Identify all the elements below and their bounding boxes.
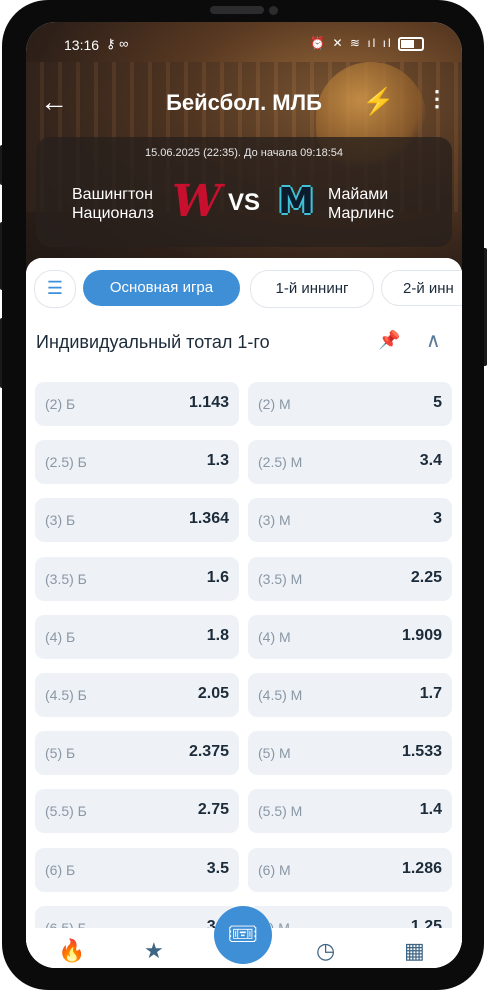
odds-cell-left[interactable]: (3) Б 1.364	[35, 498, 239, 543]
lightning-icon[interactable]: ⚡	[362, 86, 394, 117]
odds-label: (3.5) М	[258, 570, 303, 587]
back-arrow-icon[interactable]: ←	[40, 88, 68, 116]
page-title: Бейсбол. МЛБ	[166, 90, 322, 115]
status-time: 13:16	[64, 37, 100, 53]
odds-label: (4.5) Б	[45, 687, 87, 703]
odds-cell-left[interactable]: (5.5) Б 2.75	[35, 789, 239, 834]
tab-inning-2[interactable]: 2-й инн	[381, 270, 462, 306]
odds-cell-right[interactable]: (3.5) М 2.25	[248, 556, 452, 601]
odds-cell-left[interactable]: (5) Б 2.375	[35, 731, 239, 776]
odds-value: 1.286	[401, 859, 442, 877]
tab-main-game[interactable]: Основная игра	[83, 270, 240, 306]
odds-cell-right[interactable]: (2) М 5	[248, 382, 452, 426]
odds-cell-left[interactable]: (4) Б 1.8	[35, 614, 239, 659]
odds-value: 1.143	[188, 394, 229, 411]
odds-cell-left[interactable]: (4.5) Б 2.05	[35, 673, 239, 717]
odds-label: (5) М	[258, 745, 291, 762]
team-home[interactable]: Вашингтон Националз	[72, 185, 154, 223]
markets-panel: ☰ Основная игра 1-й иннинг 2-й инн Индив…	[26, 258, 462, 968]
odds-label: (3) М	[258, 512, 291, 529]
odds-value: 1.6	[206, 568, 229, 586]
front-camera	[269, 6, 278, 15]
market-group-header[interactable]: Индивидуальный тотал 1-го 📌 ∧	[26, 318, 462, 366]
odds-cell-right[interactable]: (5.5) М 1.4	[248, 789, 452, 834]
chevron-up-icon[interactable]: ∧	[426, 328, 441, 353]
odds-grid: (2) Б 1.143 (2) М 5 (2.5) Б 1.3 (2.5) М 3.4 (3) …	[26, 366, 462, 968]
hero-background: 13:16 ⚷ ∞ ⏰ ✕ ≋ ıl ıl ← Бейсбол. МЛБ ⚡ ⋮…	[26, 22, 462, 282]
odds-value: 1.8	[206, 626, 229, 644]
odds-value: 1.533	[401, 743, 442, 761]
team-home-name-line2: Националз	[72, 205, 154, 222]
match-card: 15.06.2025 (22:35). До начала 09:18:54 В…	[36, 137, 452, 247]
team-away-name-line2: Марлинс	[328, 205, 394, 222]
tab-bar: ☰ Основная игра 1-й иннинг 2-й инн	[26, 258, 462, 318]
odds-label: (6) Б	[45, 861, 76, 878]
top-bar: ← Бейсбол. МЛБ ⚡ ⋮	[26, 84, 462, 124]
odds-value: 2.375	[188, 743, 229, 761]
odds-cell-right[interactable]: (5) М 1.533	[248, 731, 452, 776]
odds-value: 2.05	[197, 685, 229, 702]
tab-inning-1[interactable]: 1-й иннинг	[250, 270, 374, 308]
speaker	[210, 6, 264, 14]
odds-label: (2) М	[258, 396, 291, 412]
odds-value: 1.4	[419, 801, 442, 819]
odds-value: 1.7	[419, 685, 442, 702]
pin-icon[interactable]: 📌	[378, 330, 400, 351]
coupon-icon: 🎟	[227, 921, 259, 948]
odds-label: (2.5) М	[258, 454, 303, 471]
star-icon[interactable]: ★	[144, 938, 164, 964]
odds-cell-right[interactable]: (4) М 1.909	[248, 614, 452, 659]
odds-label: (4) М	[258, 628, 291, 645]
odds-label: (3.5) Б	[45, 570, 87, 587]
odds-cell-right[interactable]: (3) М 3	[248, 498, 452, 543]
team-away-logo: M	[278, 181, 314, 222]
odds-label: (6) М	[258, 861, 291, 878]
more-vertical-icon[interactable]: ⋮	[426, 86, 448, 112]
vs-label: VS	[228, 189, 261, 216]
team-away-name-line1: Майами	[328, 186, 389, 203]
odds-label: (5) Б	[45, 745, 76, 762]
odds-cell-left[interactable]: (6) Б 3.5	[35, 847, 239, 892]
screen: 13:16 ⚷ ∞ ⏰ ✕ ≋ ıl ıl ← Бейсбол. МЛБ ⚡ ⋮…	[26, 22, 462, 968]
odds-value: 3	[433, 510, 442, 528]
fire-icon[interactable]: 🔥	[58, 938, 85, 964]
team-home-name-line1: Вашингтон	[72, 186, 153, 203]
odds-cell-left[interactable]: (2.5) Б 1.3	[35, 440, 239, 485]
odds-value: 3.4	[419, 452, 442, 470]
phone-frame: 13:16 ⚷ ∞ ⏰ ✕ ≋ ıl ıl ← Бейсбол. МЛБ ⚡ ⋮…	[0, 0, 487, 990]
odds-cell-left[interactable]: (3.5) Б 1.6	[35, 556, 239, 601]
odds-value: 2.25	[410, 568, 442, 586]
status-bar: 13:16 ⚷ ∞ ⏰ ✕ ≋ ıl ıl	[26, 34, 462, 56]
odds-label: (2.5) Б	[45, 454, 87, 471]
coupon-button[interactable]: 🎟	[214, 906, 272, 964]
odds-label: (3) Б	[45, 512, 76, 529]
odds-value: 5	[433, 394, 442, 411]
clock-icon[interactable]: ◷	[316, 938, 335, 964]
grid-icon[interactable]: ▦	[404, 938, 425, 964]
odds-label: (4.5) М	[258, 687, 303, 703]
odds-label: (5.5) М	[258, 803, 303, 820]
odds-cell-right[interactable]: (4.5) М 1.7	[248, 673, 452, 717]
odds-cell-left[interactable]: (2) Б 1.143	[35, 382, 239, 426]
team-away[interactable]: Майами Марлинс	[328, 185, 394, 223]
odds-label: (4) Б	[45, 628, 76, 645]
odds-value: 1.3	[206, 452, 229, 470]
odds-value: 1.364	[188, 510, 229, 528]
market-group-title: Индивидуальный тотал 1-го	[36, 332, 270, 352]
battery-icon	[398, 36, 424, 51]
status-icons: ⏰ ✕ ≋ ıl ıl	[310, 36, 424, 51]
key-icon: ⚷ ∞	[106, 36, 129, 51]
odds-value: 2.75	[197, 801, 229, 819]
team-home-logo: W	[172, 176, 222, 227]
odds-cell-right[interactable]: (2.5) М 3.4	[248, 440, 452, 485]
odds-cell-right[interactable]: (6) М 1.286	[248, 847, 452, 892]
odds-value: 3.5	[206, 859, 229, 877]
odds-label: (5.5) Б	[45, 803, 87, 820]
odds-label: (2) Б	[45, 396, 76, 412]
odds-value: 1.909	[401, 626, 442, 644]
list-menu-button[interactable]: ☰	[34, 270, 76, 308]
list-icon: ☰	[46, 278, 64, 298]
match-datetime: 15.06.2025 (22:35). До начала 09:18:54	[144, 147, 344, 159]
